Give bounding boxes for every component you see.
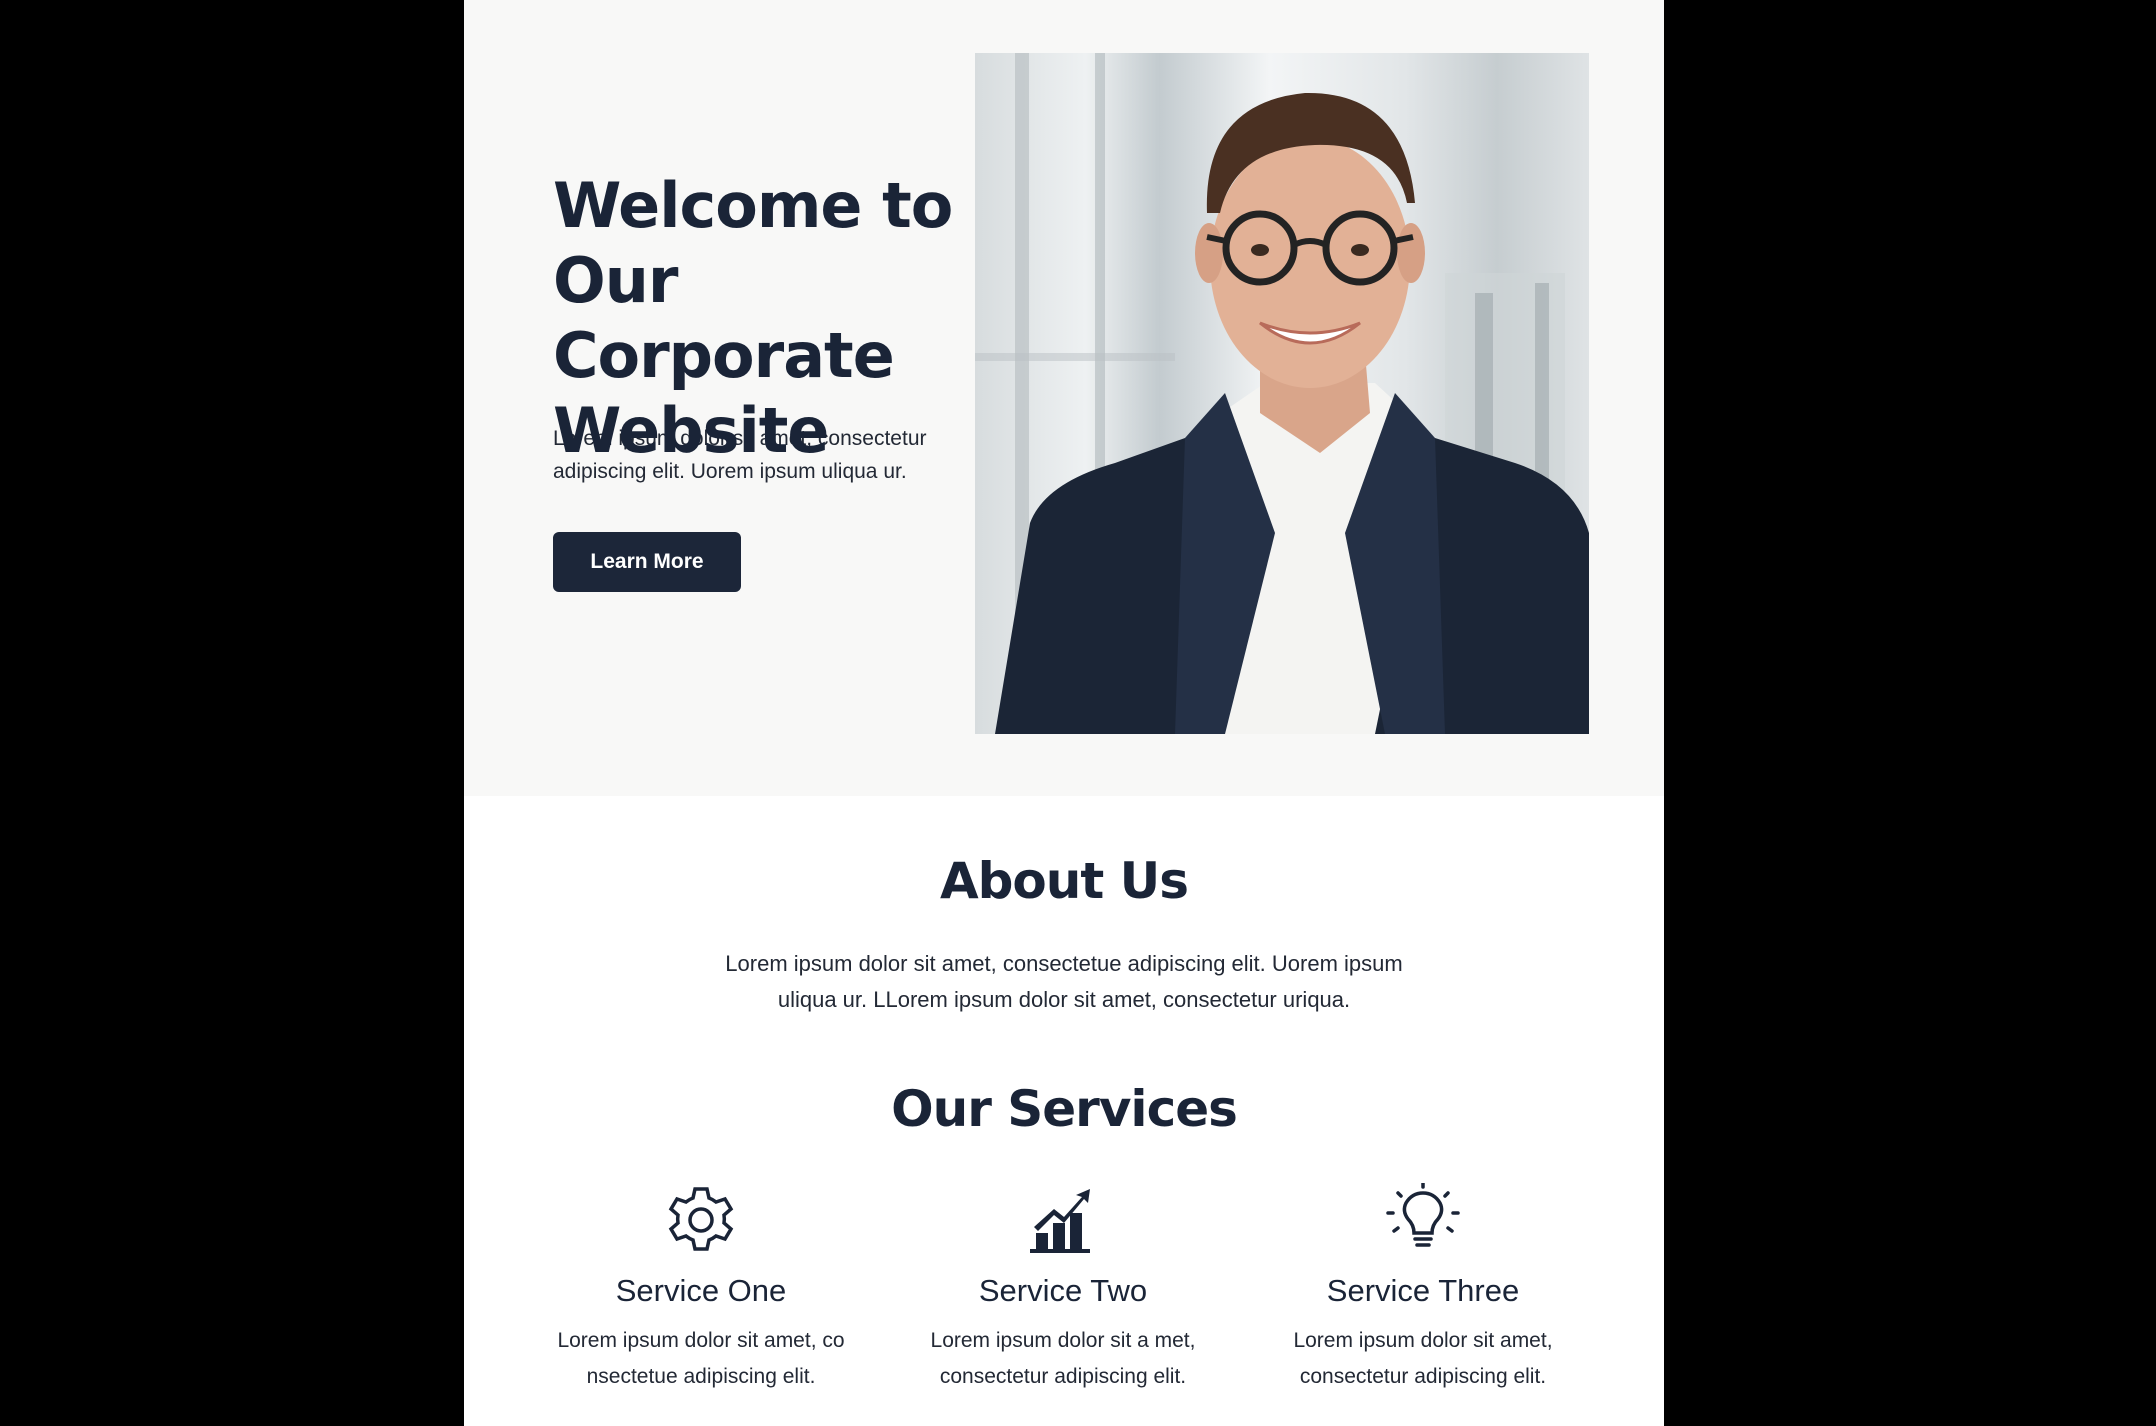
hero-portrait-image: [975, 53, 1589, 734]
service-card-one: Service One Lorem ipsum dolor sit amet, …: [536, 1183, 866, 1395]
service-card-three: Service Three Lorem ipsum dolor sit amet…: [1258, 1183, 1588, 1395]
about-text: Lorem ipsum dolor sit amet, consectetue …: [725, 951, 1403, 1012]
hero-section: Welcome to Our Corporate Website Lorem i…: [464, 0, 1664, 796]
about-title: About Us: [939, 852, 1189, 910]
gear-icon: [668, 1187, 734, 1251]
growth-chart-icon: [1030, 1189, 1090, 1253]
page: Welcome to Our Corporate Website Lorem i…: [464, 0, 1664, 1426]
service-card-two: Service Two Lorem ipsum dolor sit a met,…: [898, 1183, 1228, 1395]
services-title: Our Services: [891, 1080, 1238, 1138]
hero-title: Welcome to Our Corporate Website: [553, 169, 953, 467]
service-two-text: Lorem ipsum dolor sit a met, consectetur…: [930, 1329, 1196, 1388]
learn-more-button[interactable]: Learn More: [553, 532, 741, 592]
service-three-text: Lorem ipsum dolor sit amet, consectetur …: [1293, 1329, 1553, 1388]
service-three-name: Service Three: [1326, 1273, 1520, 1308]
lightbulb-icon: [1386, 1183, 1460, 1247]
service-one-name: Service One: [615, 1273, 787, 1308]
portrait-illustration: [975, 53, 1589, 734]
service-two-name: Service Two: [978, 1273, 1148, 1308]
service-one-text: Lorem ipsum dolor sit amet, co nsectetue…: [557, 1329, 845, 1388]
